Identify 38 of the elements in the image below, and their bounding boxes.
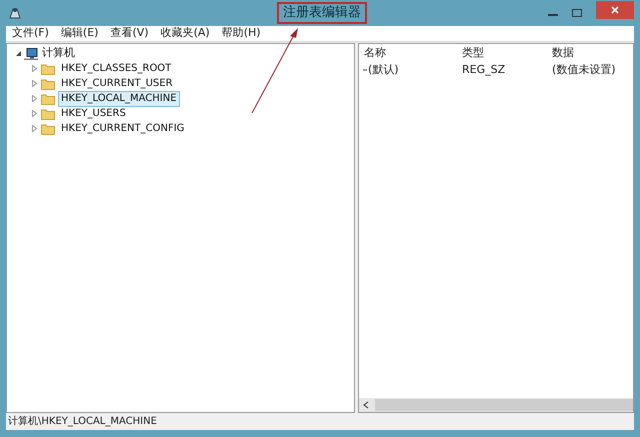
scrollbar-thumb[interactable] xyxy=(375,399,633,411)
menu-item[interactable]: 编辑(E) xyxy=(60,25,98,42)
tree-item[interactable]: HKEY_CLASSES_ROOT xyxy=(58,60,174,76)
app-icon xyxy=(8,6,22,20)
scroll-left-icon[interactable] xyxy=(363,401,369,409)
table-cell-text: (默认) xyxy=(368,62,399,78)
folder-icon xyxy=(41,122,55,134)
collapsed-arrow-icon[interactable] xyxy=(31,125,38,132)
folder-icon xyxy=(41,108,55,120)
collapsed-arrow-icon[interactable] xyxy=(31,110,38,117)
tree-item[interactable]: 计算机 xyxy=(42,45,75,62)
horizontal-scrollbar[interactable] xyxy=(359,398,633,412)
folder-icon xyxy=(41,62,55,74)
collapsed-arrow-icon[interactable] xyxy=(31,80,38,87)
column-header[interactable]: 名称 xyxy=(359,44,457,62)
tree-item[interactable]: HKEY_LOCAL_MACHINE xyxy=(58,90,180,106)
folder-icon xyxy=(41,92,55,104)
tree-item[interactable]: HKEY_CURRENT_USER xyxy=(58,76,176,92)
computer-icon xyxy=(24,48,38,60)
maximize-button[interactable] xyxy=(572,9,582,17)
collapsed-arrow-icon[interactable] xyxy=(31,95,38,102)
close-icon xyxy=(611,6,619,14)
menu-item[interactable]: 收藏夹(A) xyxy=(160,25,210,42)
table-cell-text: (数值未设置) xyxy=(551,62,617,78)
close-button[interactable] xyxy=(596,1,634,19)
collapsed-arrow-icon[interactable] xyxy=(31,65,38,72)
menu-item[interactable]: 查看(V) xyxy=(110,25,149,42)
folder-icon xyxy=(41,78,55,90)
menu-item[interactable]: 文件(F) xyxy=(12,25,49,42)
window-title: 注册表编辑器 xyxy=(283,4,361,22)
status-text: 计算机\HKEY_LOCAL_MACHINE xyxy=(8,414,157,429)
menu-item[interactable]: 帮助(H) xyxy=(222,25,261,42)
column-header[interactable]: 类型 xyxy=(457,44,547,62)
table-cell-text: REG_SZ xyxy=(461,62,506,78)
tree-item[interactable]: HKEY_USERS xyxy=(58,106,129,122)
expanded-arrow-icon[interactable] xyxy=(15,50,22,57)
tree-item[interactable]: HKEY_CURRENT_CONFIG xyxy=(58,120,188,136)
column-header[interactable]: 数据 xyxy=(547,44,633,62)
